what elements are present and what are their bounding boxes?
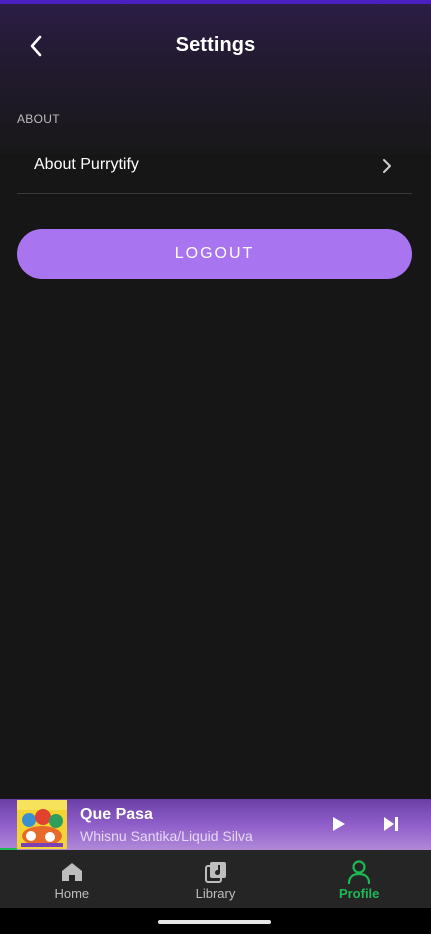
- mini-player[interactable]: Que Pasa Whisnu Santika/Liquid Silva: [0, 799, 431, 850]
- profile-icon: [348, 860, 371, 885]
- skip-next-button[interactable]: [379, 812, 403, 836]
- play-icon: [333, 817, 345, 831]
- bottom-nav: Home Library Profile: [0, 850, 431, 908]
- page-title: Settings: [175, 34, 256, 56]
- home-icon: [61, 863, 82, 881]
- play-button[interactable]: [326, 812, 350, 836]
- settings-item-about-purrytify[interactable]: About Purrytify: [17, 140, 412, 194]
- nav-item-home[interactable]: Home: [0, 850, 144, 908]
- nav-item-library[interactable]: Library: [144, 850, 288, 908]
- nav-item-profile[interactable]: Profile: [287, 850, 431, 908]
- track-artist: Whisnu Santika/Liquid Silva: [80, 828, 253, 844]
- album-art: [17, 800, 67, 849]
- track-title: Que Pasa: [80, 806, 153, 823]
- gesture-handle[interactable]: [158, 920, 271, 924]
- system-gesture-bar: [0, 908, 431, 934]
- app-bar: Settings: [0, 4, 431, 88]
- skip-next-icon: [384, 817, 398, 831]
- settings-item-label: About Purrytify: [34, 156, 139, 173]
- chevron-right-icon: [383, 159, 391, 173]
- nav-label-library: Library: [195, 886, 236, 901]
- logout-button[interactable]: LOGOUT: [17, 229, 412, 279]
- logout-label: LOGOUT: [174, 245, 255, 262]
- library-icon: [204, 862, 226, 883]
- nav-label-home: Home: [54, 886, 90, 901]
- section-label-about: ABOUT: [17, 112, 60, 126]
- nav-label-profile: Profile: [338, 886, 380, 901]
